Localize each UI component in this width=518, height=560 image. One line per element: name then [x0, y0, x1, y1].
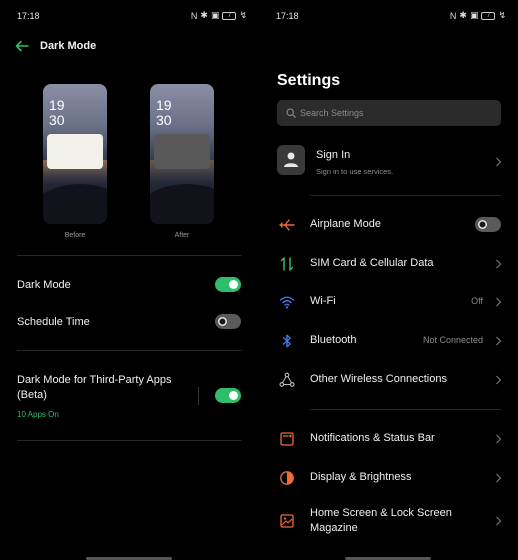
third-party-apps-count[interactable]: 10 Apps On — [17, 410, 59, 419]
preview-card-dark — [154, 134, 210, 169]
screen-icon: ▣ — [210, 10, 220, 20]
preview-clock: 19 30 — [49, 98, 65, 128]
dark-mode-screen: 17:18 N ✱ ▣ 7 ↯ Dark Mode 19 30 Before 1… — [0, 0, 259, 560]
separator — [198, 387, 199, 405]
battery-icon: 7 — [481, 11, 496, 20]
preview-before: 19 30 — [43, 84, 107, 224]
clock-hour: 19 — [156, 97, 172, 113]
sign-in-subtitle: Sign in to use services. — [316, 167, 394, 176]
airplane-icon — [279, 219, 295, 231]
settings-item-label: SIM Card & Cellular Data — [310, 257, 434, 269]
status-icons: N ✱ ▣ 7 ↯ — [191, 10, 247, 21]
settings-item-label: Other Wireless Connections — [310, 373, 447, 385]
settings-item-notifications[interactable]: Notifications & Status Bar — [259, 424, 518, 454]
settings-item-label: Notifications & Status Bar — [310, 432, 435, 444]
display-brightness-icon — [280, 471, 294, 485]
nfc-icon: N — [449, 10, 457, 21]
wireless-connections-icon — [279, 372, 295, 387]
back-arrow-icon[interactable] — [14, 38, 30, 54]
settings-item-bluetooth[interactable]: Bluetooth Not Connected — [259, 326, 518, 356]
settings-item-label: Airplane Mode — [310, 218, 381, 230]
preview-after: 19 30 — [150, 84, 214, 224]
status-bar: 17:18 N ✱ ▣ 7 ↯ — [276, 10, 506, 24]
preview-clock: 19 30 — [156, 98, 172, 128]
dark-mode-label: Dark Mode — [17, 279, 71, 291]
chevron-right-icon — [496, 336, 502, 346]
settings-item-airplane-mode[interactable]: Airplane Mode — [259, 210, 518, 240]
chevron-right-icon — [496, 473, 502, 483]
settings-item-label: Bluetooth — [310, 334, 357, 346]
settings-item-label: Home Screen & Lock Screen Magazine — [310, 507, 452, 534]
settings-screen: 17:18 N ✱ ▣ 7 ↯ Settings Search Settings… — [259, 0, 518, 560]
user-icon — [284, 152, 298, 167]
divider — [17, 255, 242, 256]
search-placeholder: Search Settings — [300, 108, 364, 118]
battery-icon: 7 — [222, 11, 237, 20]
status-time: 17:18 — [276, 11, 299, 21]
schedule-time-label: Schedule Time — [17, 316, 90, 328]
chevron-right-icon — [496, 259, 502, 269]
avatar — [277, 145, 305, 175]
sign-in-title: Sign In — [316, 149, 351, 161]
wifi-icon — [279, 296, 295, 309]
settings-item-sim-card[interactable]: SIM Card & Cellular Data — [259, 249, 518, 279]
clock-hour: 19 — [49, 97, 65, 113]
preview-label-after: After — [174, 232, 190, 239]
wifi-status: Off — [471, 296, 483, 306]
settings-item-display-brightness[interactable]: Display & Brightness — [259, 463, 518, 493]
notifications-icon — [280, 432, 294, 446]
screen-icon: ▣ — [469, 10, 479, 20]
clock-minute: 30 — [49, 112, 65, 128]
clock-minute: 30 — [156, 112, 172, 128]
sim-data-icon — [280, 257, 294, 271]
chevron-right-icon — [496, 297, 502, 307]
chevron-right-icon — [496, 434, 502, 444]
settings-item-wifi[interactable]: Wi-Fi Off — [259, 287, 518, 317]
bluetooth-status-icon: ✱ — [200, 10, 208, 20]
search-input[interactable]: Search Settings — [277, 100, 501, 126]
charging-icon: ↯ — [239, 10, 247, 20]
chevron-right-icon — [496, 157, 502, 167]
dark-mode-toggle[interactable] — [215, 277, 241, 292]
settings-item-home-lock-screen[interactable]: Home Screen & Lock Screen Magazine — [259, 506, 518, 536]
schedule-time-toggle[interactable] — [215, 314, 241, 329]
bluetooth-status-icon: ✱ — [459, 10, 467, 20]
settings-item-label: Wi-Fi — [310, 295, 336, 307]
header: Dark Mode — [14, 38, 96, 54]
settings-item-other-wireless[interactable]: Other Wireless Connections — [259, 365, 518, 395]
airplane-mode-toggle[interactable] — [475, 217, 501, 232]
divider — [17, 350, 242, 351]
chevron-right-icon — [496, 375, 502, 385]
preview-label-before: Before — [64, 232, 86, 239]
home-lock-screen-icon — [280, 514, 294, 528]
page-title: Dark Mode — [40, 40, 97, 52]
preview-card-light — [47, 134, 103, 169]
third-party-toggle[interactable] — [215, 388, 241, 403]
divider — [310, 195, 501, 196]
bluetooth-icon — [282, 334, 291, 348]
status-icons: N ✱ ▣ 7 ↯ — [450, 10, 506, 21]
settings-item-label: Display & Brightness — [310, 471, 412, 483]
third-party-label: Dark Mode for Third-Party Apps (Beta) — [17, 374, 172, 401]
page-title: Settings — [277, 72, 341, 89]
divider — [17, 440, 242, 441]
divider — [310, 409, 501, 410]
status-bar: 17:18 N ✱ ▣ 7 ↯ — [17, 10, 247, 24]
status-time: 17:18 — [17, 11, 40, 21]
chevron-right-icon — [496, 516, 502, 526]
bluetooth-status: Not Connected — [422, 335, 483, 345]
charging-icon: ↯ — [498, 10, 506, 20]
nfc-icon: N — [190, 10, 198, 21]
search-icon — [286, 108, 296, 118]
